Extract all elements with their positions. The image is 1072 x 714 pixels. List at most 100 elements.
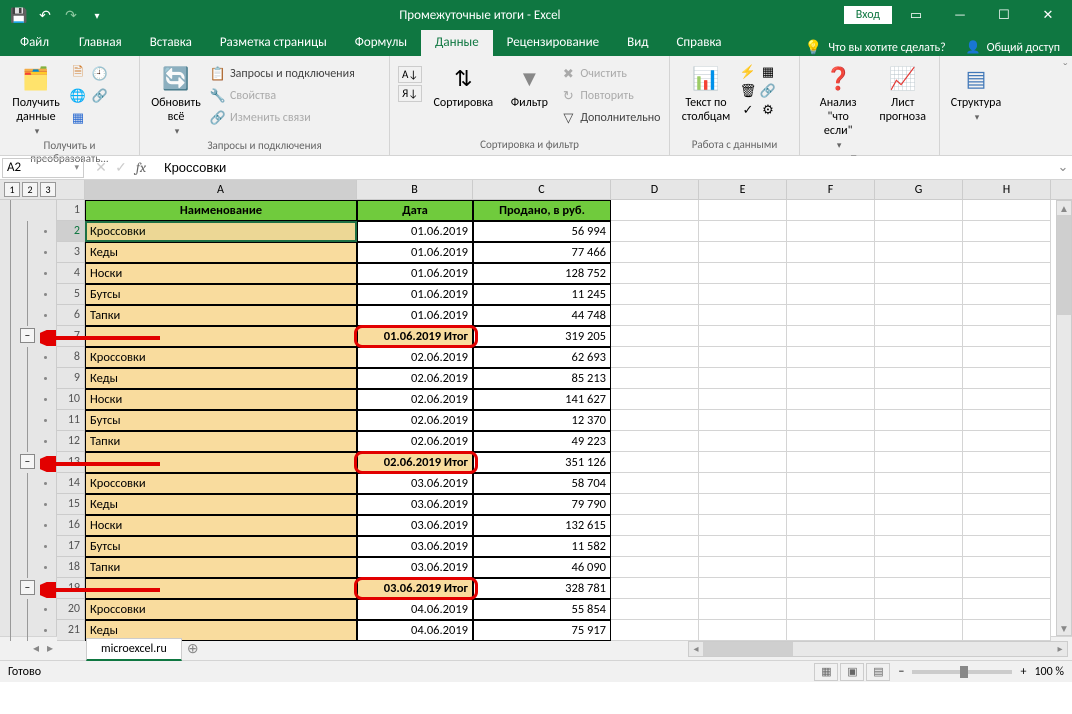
queries-connections-button[interactable]: 📋Запросы и подключения bbox=[210, 64, 355, 84]
cell[interactable] bbox=[699, 221, 787, 242]
table-header-cell[interactable]: Наименование bbox=[85, 200, 357, 221]
view-page-layout-icon[interactable]: ▣ bbox=[840, 663, 864, 681]
cell[interactable] bbox=[611, 536, 699, 557]
row-header[interactable]: 21 bbox=[57, 620, 85, 641]
cell[interactable] bbox=[787, 452, 875, 473]
row-header[interactable]: 10 bbox=[57, 389, 85, 410]
cell[interactable] bbox=[963, 200, 1051, 221]
cell[interactable] bbox=[699, 578, 787, 599]
sheet-nav-last-icon[interactable]: ▸ bbox=[47, 641, 53, 656]
cell[interactable] bbox=[787, 347, 875, 368]
cell[interactable]: 02.06.2019 bbox=[357, 431, 473, 452]
cell[interactable] bbox=[611, 368, 699, 389]
cell[interactable] bbox=[875, 305, 963, 326]
cell[interactable]: 58 704 bbox=[473, 473, 611, 494]
cell[interactable] bbox=[611, 284, 699, 305]
formula-expand-icon[interactable]: ⌄ bbox=[1054, 160, 1072, 175]
cell[interactable] bbox=[963, 221, 1051, 242]
cell[interactable]: 62 693 bbox=[473, 347, 611, 368]
spreadsheet-grid[interactable]: −−− 1НаименованиеДатаПродано, в руб.2Кро… bbox=[0, 200, 1072, 636]
cell[interactable] bbox=[611, 200, 699, 221]
tab-data[interactable]: Данные bbox=[421, 30, 493, 56]
column-header[interactable]: D bbox=[611, 180, 699, 200]
row-header[interactable]: 18 bbox=[57, 557, 85, 578]
cell[interactable]: 55 854 bbox=[473, 599, 611, 620]
table-header-cell[interactable]: Продано, в руб. bbox=[473, 200, 611, 221]
from-table-button[interactable]: ▦ bbox=[70, 108, 86, 128]
cell[interactable]: Кроссовки bbox=[85, 599, 357, 620]
cell[interactable] bbox=[699, 620, 787, 641]
cell[interactable]: Кеды bbox=[85, 242, 357, 263]
tab-help[interactable]: Справка bbox=[662, 30, 735, 56]
cell[interactable] bbox=[875, 389, 963, 410]
from-text-button[interactable]: 🗎 bbox=[70, 64, 86, 84]
cell[interactable] bbox=[787, 620, 875, 641]
cell[interactable] bbox=[875, 452, 963, 473]
insert-function-icon[interactable]: fx bbox=[132, 159, 150, 176]
cell[interactable] bbox=[699, 326, 787, 347]
cell[interactable] bbox=[787, 305, 875, 326]
cell[interactable] bbox=[787, 389, 875, 410]
cell[interactable] bbox=[875, 515, 963, 536]
cell[interactable]: Кеды bbox=[85, 368, 357, 389]
cell[interactable] bbox=[963, 452, 1051, 473]
zoom-in-icon[interactable]: + bbox=[1020, 665, 1026, 679]
tab-insert[interactable]: Вставка bbox=[136, 30, 206, 56]
ribbon-collapse-icon[interactable]: ˇ bbox=[1058, 56, 1072, 155]
whatif-button[interactable]: ❓ Анализ "что если"▾ bbox=[808, 60, 868, 151]
cell[interactable]: 03.06.2019 bbox=[357, 557, 473, 578]
existing-connections-button[interactable]: 🔗 bbox=[92, 86, 108, 106]
cell[interactable] bbox=[699, 368, 787, 389]
cell[interactable] bbox=[611, 515, 699, 536]
column-header[interactable]: H bbox=[963, 180, 1051, 200]
outline-level-2[interactable]: 2 bbox=[22, 182, 38, 197]
get-data-button[interactable]: 🗂️ Получить данные▾ bbox=[8, 60, 64, 137]
cell[interactable] bbox=[787, 284, 875, 305]
cell[interactable]: 02.06.2019 bbox=[357, 368, 473, 389]
outline-collapse-button[interactable]: − bbox=[20, 328, 35, 343]
cell[interactable]: 02.06.2019 bbox=[357, 347, 473, 368]
row-header[interactable]: 11 bbox=[57, 410, 85, 431]
tab-review[interactable]: Рецензирование bbox=[493, 30, 613, 56]
cell[interactable] bbox=[699, 452, 787, 473]
zoom-out-icon[interactable]: − bbox=[898, 665, 904, 679]
row-header[interactable]: 3 bbox=[57, 242, 85, 263]
tab-formulas[interactable]: Формулы bbox=[341, 30, 421, 56]
cell[interactable] bbox=[963, 305, 1051, 326]
row-header[interactable]: 20 bbox=[57, 599, 85, 620]
cell[interactable]: Кроссовки bbox=[85, 347, 357, 368]
cell[interactable] bbox=[611, 305, 699, 326]
filter-button[interactable]: ▼ Фильтр bbox=[504, 60, 554, 110]
cell[interactable]: 56 994 bbox=[473, 221, 611, 242]
cell[interactable] bbox=[963, 410, 1051, 431]
cell[interactable]: 351 126 bbox=[473, 452, 611, 473]
cell[interactable] bbox=[787, 578, 875, 599]
cell[interactable]: 04.06.2019 bbox=[357, 599, 473, 620]
cell[interactable] bbox=[963, 599, 1051, 620]
cell[interactable] bbox=[787, 368, 875, 389]
column-header[interactable]: E bbox=[699, 180, 787, 200]
cell[interactable] bbox=[787, 599, 875, 620]
refresh-all-button[interactable]: 🔄 Обновить всё▾ bbox=[148, 60, 204, 137]
cell[interactable] bbox=[699, 347, 787, 368]
subtotal-cell[interactable]: 01.06.2019 Итог bbox=[357, 326, 473, 347]
cell[interactable] bbox=[699, 515, 787, 536]
cell[interactable]: Бутсы bbox=[85, 284, 357, 305]
cell[interactable] bbox=[611, 494, 699, 515]
column-header[interactable]: A bbox=[85, 180, 357, 200]
cell[interactable] bbox=[611, 557, 699, 578]
view-page-break-icon[interactable]: ▤ bbox=[866, 663, 890, 681]
cell[interactable] bbox=[699, 242, 787, 263]
cell[interactable]: 02.06.2019 bbox=[357, 389, 473, 410]
cell[interactable] bbox=[611, 347, 699, 368]
cell[interactable]: 49 223 bbox=[473, 431, 611, 452]
cell[interactable] bbox=[875, 473, 963, 494]
cell[interactable]: 11 582 bbox=[473, 536, 611, 557]
flash-fill-icon[interactable]: ⚡ bbox=[740, 64, 756, 80]
qat-customize-icon[interactable]: ▾ bbox=[86, 4, 108, 26]
hscroll-thumb[interactable] bbox=[703, 642, 793, 656]
cell[interactable] bbox=[875, 221, 963, 242]
outline-collapse-button[interactable]: − bbox=[20, 454, 35, 469]
sort-asc-icon[interactable]: A↓ bbox=[398, 66, 422, 83]
consolidate-icon[interactable]: ▦ bbox=[760, 64, 776, 80]
